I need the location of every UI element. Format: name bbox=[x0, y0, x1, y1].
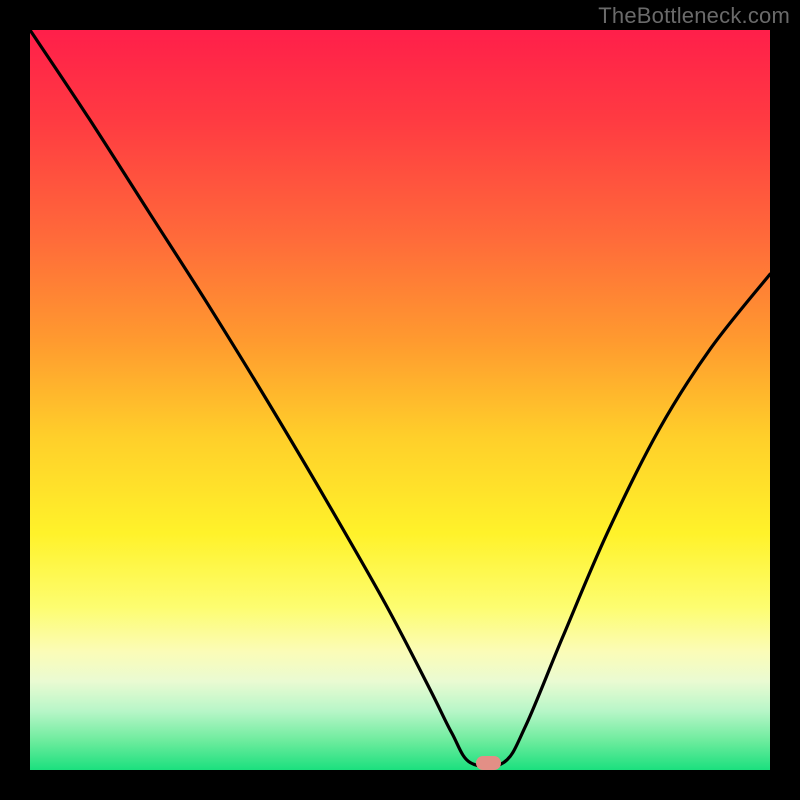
bottleneck-curve bbox=[30, 30, 770, 770]
optimum-marker bbox=[476, 756, 501, 770]
watermark-text: TheBottleneck.com bbox=[598, 3, 790, 29]
chart-frame: TheBottleneck.com bbox=[0, 0, 800, 800]
plot-area bbox=[30, 30, 770, 770]
